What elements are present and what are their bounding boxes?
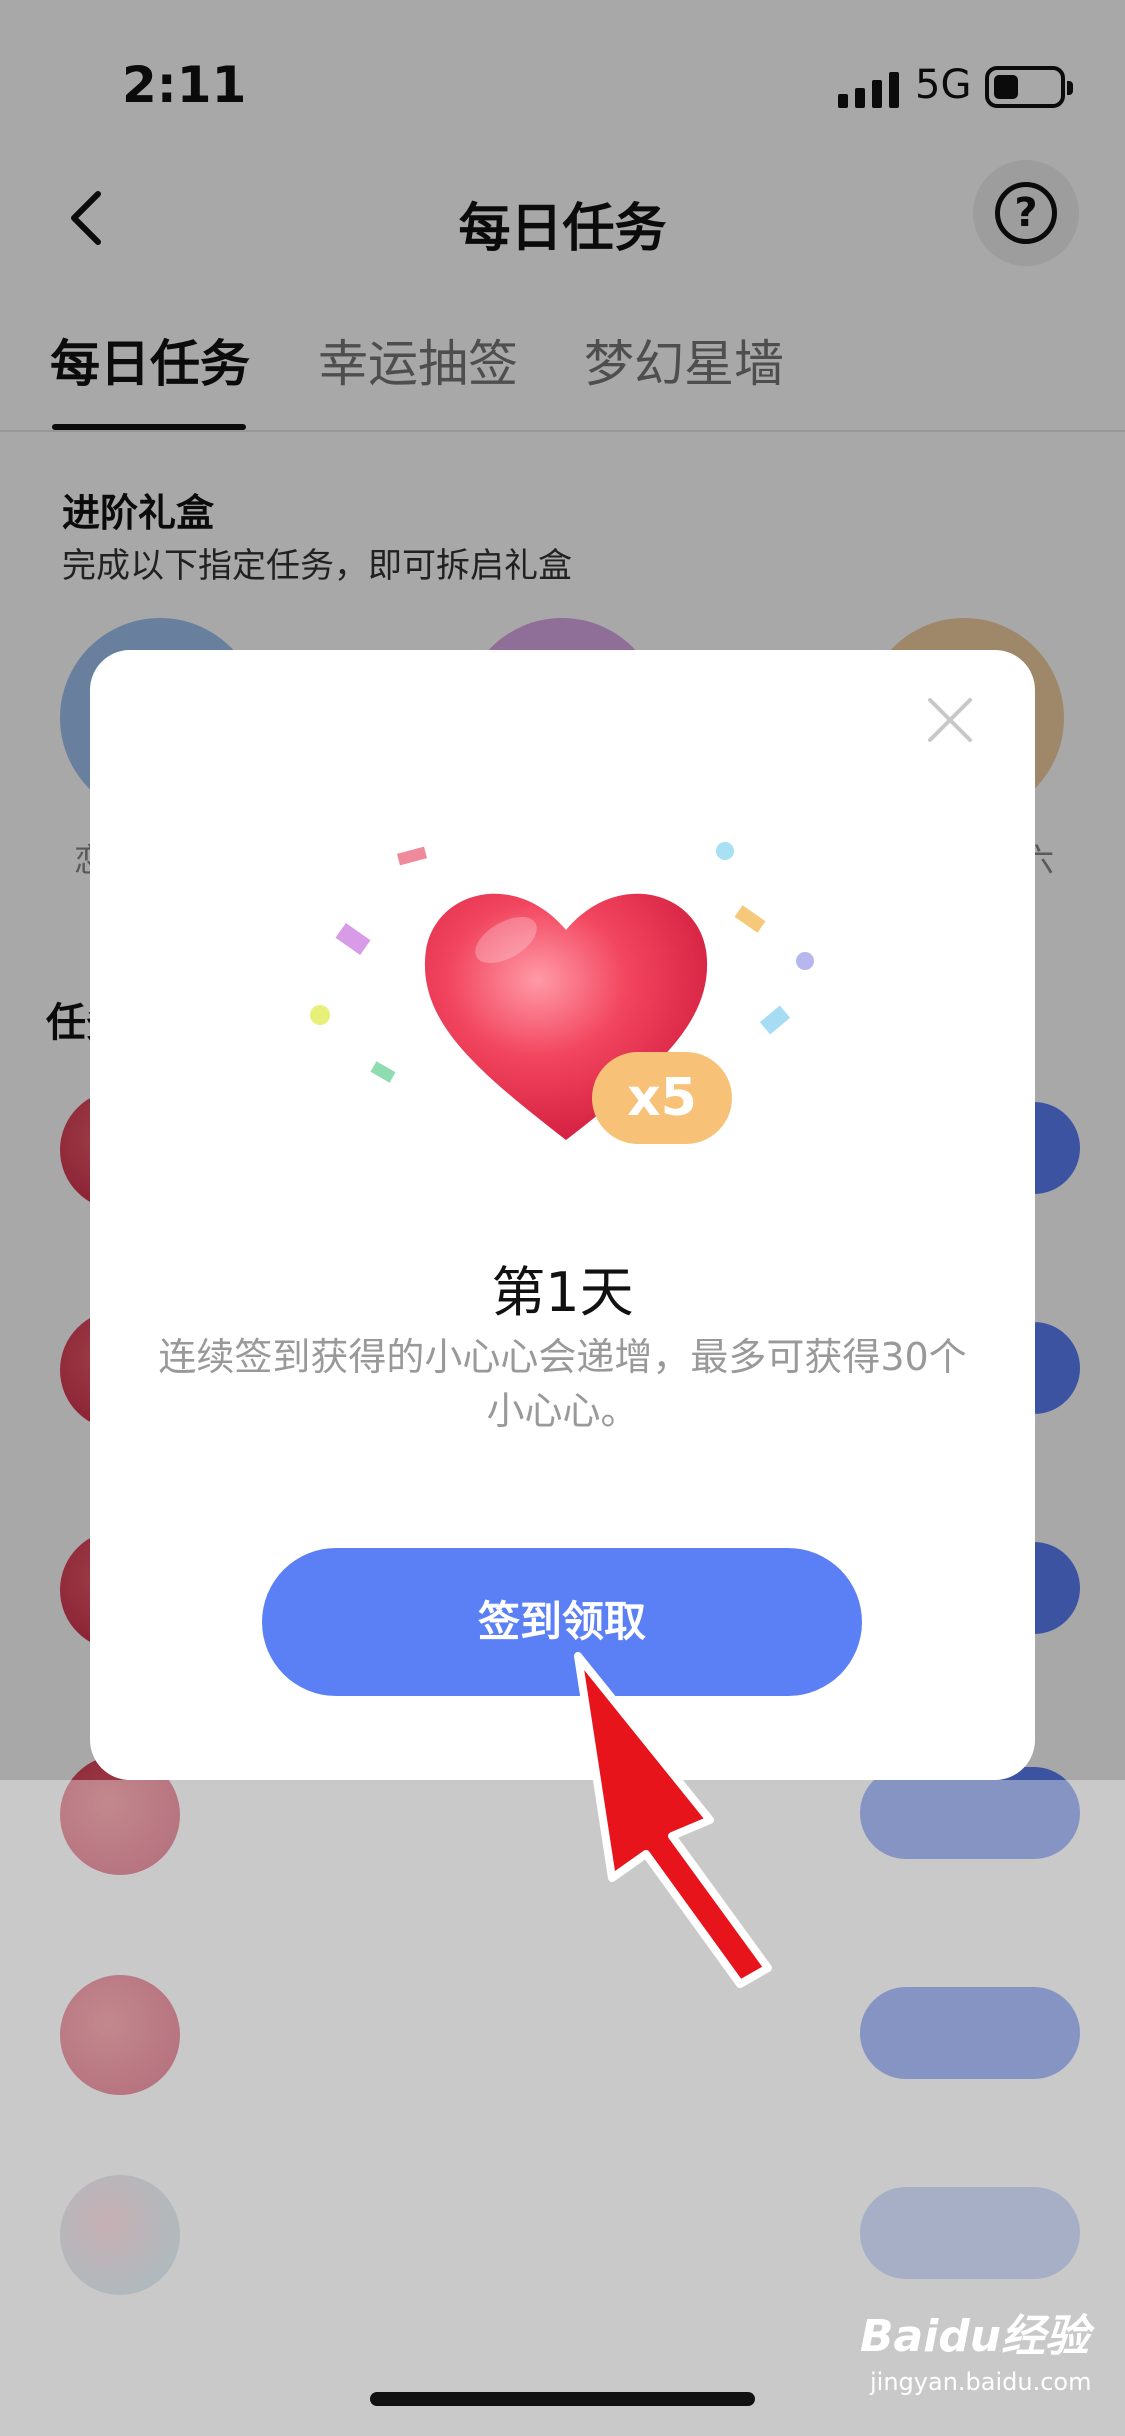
- confetti: [396, 846, 428, 866]
- reward-count-badge: x5: [592, 1052, 732, 1144]
- confetti: [716, 842, 734, 860]
- close-icon[interactable]: [920, 690, 980, 750]
- confetti: [370, 1061, 396, 1083]
- checkin-description: 连续签到获得的小心心会递增，最多可获得30个小心心。: [158, 1335, 967, 1433]
- watermark-brand: Baidu经验: [860, 2311, 1090, 2362]
- pointer-arrow-annotation: [574, 1652, 772, 1988]
- watermark-site: jingyan.baidu.com: [870, 2368, 1092, 2396]
- confetti: [759, 1005, 791, 1035]
- checkin-day-title: 第1天: [491, 1261, 634, 1324]
- checkin-modal: x5 第1天 连续签到获得的小心心会递增，最多可获得30个小心心。 签到领取: [90, 650, 1035, 1780]
- confetti: [335, 923, 371, 955]
- baidu-watermark: Baidu经验 jingyan.baidu.com: [860, 2300, 1100, 2410]
- home-indicator: [370, 2392, 755, 2406]
- confetti: [796, 952, 814, 970]
- confetti: [310, 1005, 330, 1025]
- confetti: [734, 905, 766, 933]
